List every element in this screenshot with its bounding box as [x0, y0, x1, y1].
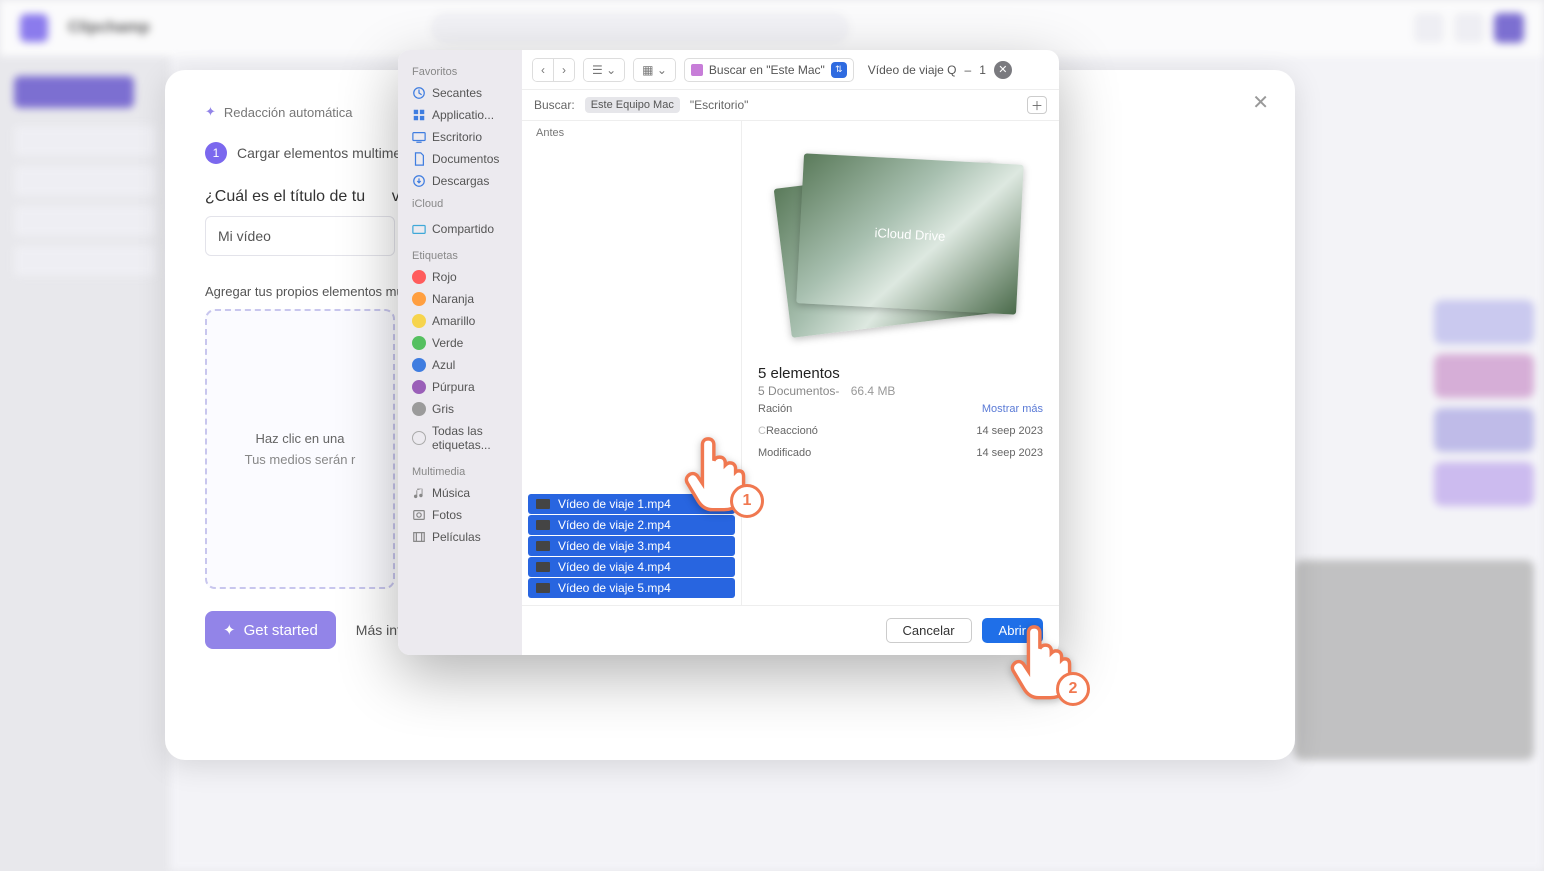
search-label: Buscar: — [534, 98, 575, 112]
sidebar-tag[interactable]: Todas las etiquetas... — [406, 420, 514, 456]
tag-dot-icon — [412, 270, 426, 284]
tag-all-icon — [412, 431, 426, 445]
tag-dot-icon — [412, 358, 426, 372]
video-file-icon — [536, 520, 550, 530]
video-title-input[interactable] — [205, 216, 395, 256]
cancel-button[interactable]: Cancelar — [886, 618, 972, 643]
tag-dot-icon — [412, 314, 426, 328]
tag-dot-icon — [412, 402, 426, 416]
sidebar-heading-media: Multimedia — [412, 466, 514, 478]
list-group-header: Antes — [522, 121, 741, 145]
tag-dot-icon — [412, 380, 426, 394]
step-badge: 1 — [205, 142, 227, 164]
nav-back-forward[interactable]: ‹ › — [532, 58, 575, 82]
preview-info-row: Modificado14 seep 2023 — [758, 442, 1043, 464]
view-mode-segment[interactable]: ☰ ⌄ — [583, 58, 625, 82]
file-row[interactable]: Vídeo de viaje 5.mp4 — [528, 578, 735, 598]
add-criteria-button[interactable]: ＋ — [1027, 96, 1047, 114]
sidebar-heading-tags: Etiquetas — [412, 250, 514, 262]
show-more-link[interactable]: Mostrar más — [982, 403, 1043, 415]
finder-open-dialog: Favoritos SecantesApplicatio...Escritori… — [398, 50, 1059, 655]
preview-size: 66.4 MB — [851, 384, 896, 398]
sidebar-item-shared[interactable]: Compartido — [406, 218, 514, 240]
search-query-text: Vídeo de viaje Q — [868, 63, 957, 77]
file-row[interactable]: Vídeo de viaje 3.mp4 — [528, 536, 735, 556]
clear-search-icon[interactable]: ✕ — [994, 61, 1012, 79]
file-row[interactable]: Vídeo de viaje 2.mp4 — [528, 515, 735, 535]
scope-this-mac[interactable]: Este Equipo Mac — [585, 97, 680, 113]
file-row[interactable]: Vídeo de viaje 4.mp4 — [528, 557, 735, 577]
group-icon[interactable]: ▦ ⌄ — [634, 59, 675, 81]
preview-info-row: CReaccionó14 seep 2023 — [758, 420, 1043, 442]
sparkle-icon: ✦ — [205, 104, 216, 120]
video-file-icon — [536, 562, 550, 572]
tag-dot-icon — [412, 336, 426, 350]
preview-pane: iCloud Drive 5 elementos 5 Documentos- 6… — [742, 121, 1059, 605]
chevron-updown-icon: ⇅ — [831, 62, 847, 78]
step-label: Cargar elementos multimedia — [237, 145, 420, 161]
sidebar-tag[interactable]: Verde — [406, 332, 514, 354]
search-scope-bar: Buscar: Este Equipo Mac "Escritorio" ＋ — [522, 90, 1059, 121]
get-started-button[interactable]: ✦Get started — [205, 611, 336, 649]
scope-desktop[interactable]: "Escritorio" — [690, 98, 749, 112]
sidebar-tag[interactable]: Rojo — [406, 266, 514, 288]
folder-shared-icon — [412, 222, 426, 236]
sidebar-tag[interactable]: Púrpura — [406, 376, 514, 398]
file-list: Antes Vídeo de viaje 1.mp4Vídeo de viaje… — [522, 121, 742, 605]
file-row[interactable]: Vídeo de viaje 1.mp4 — [528, 494, 735, 514]
group-segment[interactable]: ▦ ⌄ — [633, 58, 676, 82]
question-text: ¿Cuál es el título de tu — [205, 188, 365, 205]
sidebar-item-escritorio[interactable]: Escritorio — [406, 126, 514, 148]
sidebar-tag[interactable]: Gris — [406, 398, 514, 420]
sidebar-media-fotos[interactable]: Fotos — [406, 504, 514, 526]
sidebar-media-películas[interactable]: Películas — [406, 526, 514, 548]
sparkle-icon: ✦ — [223, 621, 236, 639]
sidebar-tag[interactable]: Naranja — [406, 288, 514, 310]
video-file-icon — [536, 499, 550, 509]
view-columns-icon[interactable]: ☰ ⌄ — [584, 59, 624, 81]
open-button[interactable]: Abrir — [982, 618, 1043, 643]
dialog-button-bar: Cancelar Abrir — [522, 605, 1059, 655]
sidebar-item-secantes[interactable]: Secantes — [406, 82, 514, 104]
sidebar-heading-favorites: Favoritos — [412, 66, 514, 78]
preview-title: 5 elementos — [758, 365, 1043, 382]
finder-toolbar: ‹ › ☰ ⌄ ▦ ⌄ Buscar en "Este Mac" ⇅ Vídeo… — [522, 50, 1059, 90]
close-icon[interactable]: ✕ — [1252, 90, 1269, 115]
sidebar-tag[interactable]: Amarillo — [406, 310, 514, 332]
media-dropzone[interactable]: Haz clic en una Tus medios serán r — [205, 309, 395, 589]
folder-color-icon — [691, 64, 703, 76]
sidebar-item-applicatio...[interactable]: Applicatio... — [406, 104, 514, 126]
tag-dot-icon — [412, 292, 426, 306]
sidebar-item-descargas[interactable]: Descargas — [406, 170, 514, 192]
ai-label: Redacción automática — [224, 105, 353, 120]
video-file-icon — [536, 541, 550, 551]
forward-button[interactable]: › — [553, 59, 574, 81]
preview-thumbnail-stack: iCloud Drive — [776, 145, 1026, 345]
sidebar-item-documentos[interactable]: Documentos — [406, 148, 514, 170]
video-file-icon — [536, 583, 550, 593]
sidebar-heading-icloud: iCloud — [412, 198, 514, 210]
sidebar-media-música[interactable]: Música — [406, 482, 514, 504]
sidebar-tag[interactable]: Azul — [406, 354, 514, 376]
back-button[interactable]: ‹ — [533, 59, 553, 81]
finder-sidebar: Favoritos SecantesApplicatio...Escritori… — [398, 50, 522, 655]
location-dropdown[interactable]: Buscar en "Este Mac" ⇅ — [684, 58, 854, 82]
search-count: 1 — [979, 63, 986, 77]
